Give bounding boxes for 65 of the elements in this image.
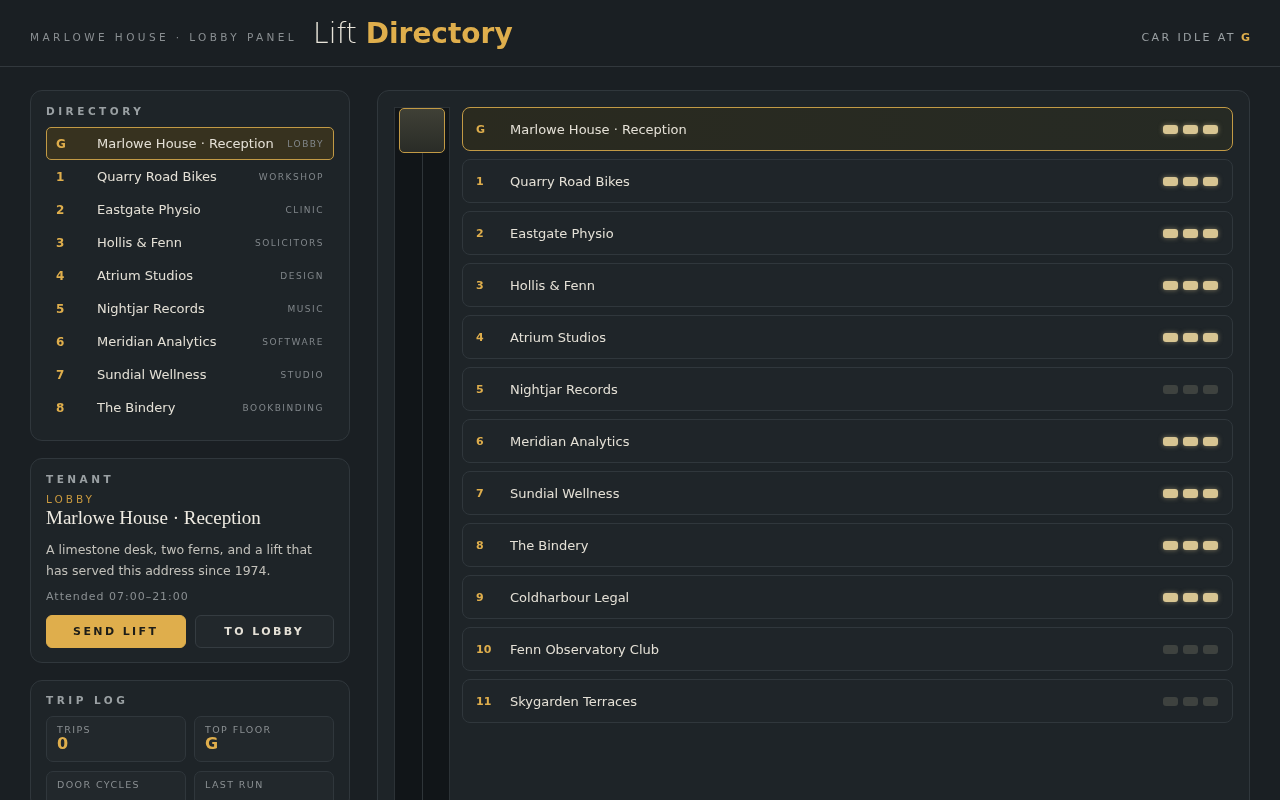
building-subtitle: MARLOWE HOUSE · LOBBY PANEL [30, 31, 298, 43]
directory-item[interactable]: 8 The Bindery BOOKBINDING [46, 391, 334, 424]
tenant-name: Marlowe House · Reception [510, 121, 688, 137]
section-heading: DIRECTORY [46, 105, 146, 117]
stat-label: LAST RUN [205, 779, 265, 790]
floor-number: 10 [476, 642, 493, 656]
floor-row[interactable]: 1 Quarry Road Bikes [462, 159, 1233, 203]
floor-number: 1 [476, 174, 485, 188]
tenant-category: LOBBY [46, 493, 96, 505]
tenant-name: Quarry Road Bikes [510, 173, 631, 189]
floor-number: 5 [476, 382, 485, 396]
send-lift-button[interactable]: SEND LIFT [46, 615, 186, 648]
floor-row[interactable]: 9 Coldharbour Legal [462, 575, 1233, 619]
floor-row[interactable]: 7 Sundial Wellness [462, 471, 1233, 515]
section-heading: TENANT [46, 473, 116, 485]
stat-value: 0 [57, 735, 70, 753]
floor-number: G [476, 122, 487, 136]
floor-number: 8 [476, 538, 485, 552]
directory-item[interactable]: 5 Nightjar Records MUSIC [46, 292, 334, 325]
tenant-name: The Bindery [510, 537, 590, 553]
stat-label: TOP FLOOR [205, 724, 273, 735]
directory-item[interactable]: 1 Quarry Road Bikes WORKSHOP [46, 160, 334, 193]
stat-label: DOOR CYCLES [57, 779, 141, 790]
floor-number: 2 [476, 226, 485, 240]
tenant-description: A limestone desk, two ferns, and a lift that has served this address since 1974. [46, 541, 313, 580]
floor-row[interactable]: 2 Eastgate Physio [462, 211, 1233, 255]
tenant-name: Atrium Studios [510, 329, 607, 345]
tenant-name: Coldharbour Legal [510, 589, 631, 605]
floor-row[interactable]: 11 Skygarden Terraces [462, 679, 1233, 723]
directory-item[interactable]: 2 Eastgate Physio CLINIC [46, 193, 334, 226]
stat-label: TRIPS [57, 724, 92, 735]
page-title: Lift Directory [313, 16, 513, 50]
directory-item[interactable]: 7 Sundial Wellness STUDIO [46, 358, 334, 391]
floor-number: 11 [476, 694, 493, 708]
tenant-hours: Attended 07:00–21:00 [46, 590, 190, 603]
directory-item[interactable]: 4 Atrium Studios DESIGN [46, 259, 334, 292]
tenant-name: Nightjar Records [510, 381, 619, 397]
floor-number: 9 [476, 590, 485, 604]
tenant-name: Skygarden Terraces [510, 693, 639, 709]
floor-row[interactable]: 6 Meridian Analytics [462, 419, 1233, 463]
section-heading: TRIP LOG [46, 694, 130, 706]
floor-number: 3 [476, 278, 485, 292]
tenant-name: Fenn Observatory Club [510, 641, 661, 657]
tenant-name: Hollis & Fenn [510, 277, 596, 293]
floor-number: 7 [476, 486, 485, 500]
car-status-floor: G [1240, 30, 1250, 44]
floor-row[interactable]: G Marlowe House · Reception [462, 107, 1233, 151]
floor-row[interactable]: 5 Nightjar Records [462, 367, 1233, 411]
floor-row[interactable]: 10 Fenn Observatory Club [462, 627, 1233, 671]
stat-value: G [205, 735, 220, 753]
lift-car [399, 108, 445, 153]
tenant-name: Marlowe House · Reception [46, 507, 262, 529]
directory-item[interactable]: 3 Hollis & Fenn SOLICITORS [46, 226, 334, 259]
tenant-name: Eastgate Physio [510, 225, 615, 241]
floor-row[interactable]: 4 Atrium Studios [462, 315, 1233, 359]
floor-row[interactable]: 3 Hollis & Fenn [462, 263, 1233, 307]
floor-number: 4 [476, 330, 485, 344]
directory-item[interactable]: G Marlowe House · Reception LOBBY [46, 127, 334, 160]
car-status-label: CAR IDLE AT [1141, 30, 1236, 44]
lobby-button[interactable]: TO LOBBY [194, 615, 334, 648]
tenant-name: Sundial Wellness [510, 485, 621, 501]
tenant-name: Meridian Analytics [510, 433, 631, 449]
floor-row[interactable]: 8 The Bindery [462, 523, 1233, 567]
directory-item[interactable]: 6 Meridian Analytics SOFTWARE [46, 325, 334, 358]
floor-number: 6 [476, 434, 485, 448]
